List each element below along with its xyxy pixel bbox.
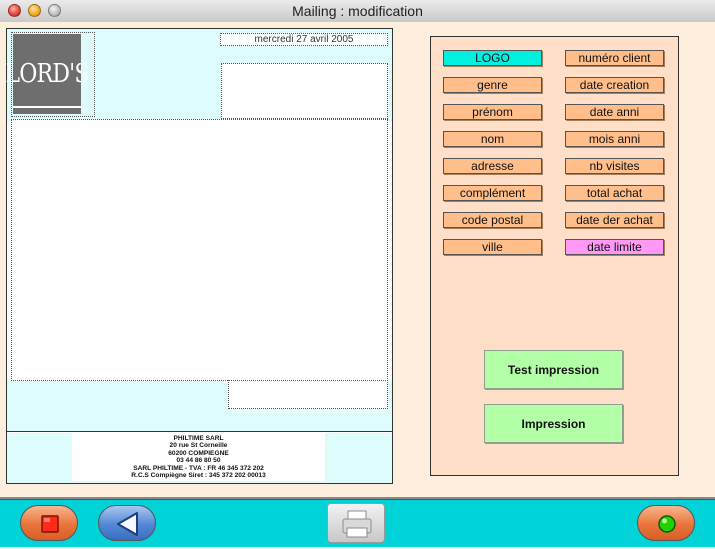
date-field[interactable]: mercredi 27 avril 2005 bbox=[220, 33, 388, 46]
validate-button[interactable] bbox=[637, 505, 695, 541]
company-footer: PHILTIME SARL 20 rue St Corneille 60200 … bbox=[72, 433, 325, 481]
footer-line-2: 20 rue St Corneille bbox=[169, 442, 228, 450]
printer-icon bbox=[342, 510, 372, 538]
field-date-limite-button[interactable]: date limite bbox=[565, 239, 664, 255]
footer-line-6: R.C.S Compiègne Siret : 345 372 202 0001… bbox=[131, 472, 266, 480]
address-block[interactable] bbox=[221, 63, 388, 119]
field-total-achat-button[interactable]: total achat bbox=[565, 185, 664, 201]
back-arrow-icon bbox=[117, 512, 138, 536]
signature-block[interactable] bbox=[228, 380, 388, 409]
field-prenom-button[interactable]: prénom bbox=[443, 104, 542, 120]
stop-button[interactable] bbox=[20, 505, 78, 541]
window-title: Mailing : modification bbox=[292, 3, 423, 19]
field-mois-anni-button[interactable]: mois anni bbox=[565, 131, 664, 147]
field-logo-button[interactable]: LOGO bbox=[443, 50, 542, 66]
back-button[interactable] bbox=[98, 505, 156, 541]
main-content: LORD'S mercredi 27 avril 2005 PHILTIME S… bbox=[0, 22, 715, 497]
field-date-anni-button[interactable]: date anni bbox=[565, 104, 664, 120]
footer-line-1: PHILTIME SARL bbox=[173, 435, 224, 442]
print-button[interactable]: Impression bbox=[484, 404, 623, 443]
field-complement-button[interactable]: complément bbox=[443, 185, 542, 201]
green-light-icon bbox=[658, 515, 676, 533]
field-date-creation-button[interactable]: date creation bbox=[565, 77, 664, 93]
field-code-postal-button[interactable]: code postal bbox=[443, 212, 542, 228]
field-date-der-achat-button[interactable]: date der achat bbox=[565, 212, 664, 228]
field-nom-button[interactable]: nom bbox=[443, 131, 542, 147]
field-genre-button[interactable]: genre bbox=[443, 77, 542, 93]
print-toolbar-button[interactable] bbox=[327, 503, 385, 543]
field-adresse-button[interactable]: adresse bbox=[443, 158, 542, 174]
field-numero-client-button[interactable]: numéro client bbox=[565, 50, 664, 66]
bottom-toolbar bbox=[0, 499, 715, 547]
merge-fields-panel: LOGO genre prénom nom adresse complément… bbox=[430, 36, 679, 476]
field-ville-button[interactable]: ville bbox=[443, 239, 542, 255]
footer-line-5: SARL PHILTIME - TVA : FR 46 345 372 202 bbox=[133, 464, 264, 472]
test-print-button[interactable]: Test impression bbox=[484, 350, 623, 389]
title-bar: Mailing : modification bbox=[0, 0, 715, 23]
letter-body[interactable] bbox=[11, 119, 388, 381]
letter-preview: LORD'S mercredi 27 avril 2005 PHILTIME S… bbox=[5, 28, 393, 484]
footer-line-3: 60200 COMPIEGNE bbox=[168, 449, 229, 457]
logo-frame[interactable] bbox=[11, 32, 95, 117]
stop-icon bbox=[41, 515, 59, 533]
footer-divider bbox=[7, 431, 392, 432]
field-nb-visites-button[interactable]: nb visites bbox=[565, 158, 664, 174]
footer-line-4: 03 44 86 80 50 bbox=[176, 457, 221, 465]
